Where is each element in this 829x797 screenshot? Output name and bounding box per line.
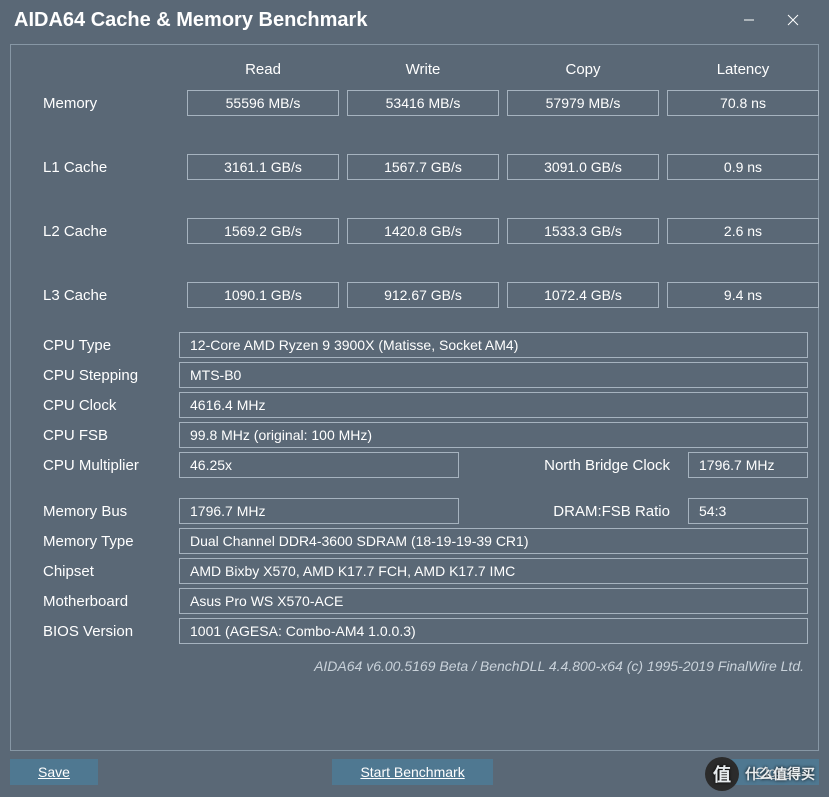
l3-read[interactable]: 1090.1 GB/s <box>187 282 339 308</box>
l2-read[interactable]: 1569.2 GB/s <box>187 218 339 244</box>
cpu-clock-value[interactable]: 4616.4 MHz <box>179 392 808 418</box>
chipset-value[interactable]: AMD Bixby X570, AMD K17.7 FCH, AMD K17.7… <box>179 558 808 584</box>
cpu-stepping-value[interactable]: MTS-B0 <box>179 362 808 388</box>
row-memory-type: Memory Type Dual Channel DDR4-3600 SDRAM… <box>11 526 818 556</box>
row-l1: L1 Cache 3161.1 GB/s 1567.7 GB/s 3091.0 … <box>11 154 818 180</box>
dram-ratio-value[interactable]: 54:3 <box>688 498 808 524</box>
button-bar: Save Start Benchmark Close <box>10 759 819 785</box>
watermark-icon: 值 <box>705 757 739 791</box>
bios-value[interactable]: 1001 (AGESA: Combo-AM4 1.0.0.3) <box>179 618 808 644</box>
col-write: Write <box>347 61 499 78</box>
main-panel: . Read Write Copy Latency Memory 55596 M… <box>10 44 819 751</box>
row-cpu-stepping: CPU Stepping MTS-B0 <box>11 360 818 390</box>
window-title: AIDA64 Cache & Memory Benchmark <box>14 9 727 32</box>
l3-write[interactable]: 912.67 GB/s <box>347 282 499 308</box>
row-cpu-clock: CPU Clock 4616.4 MHz <box>11 390 818 420</box>
row-l2: L2 Cache 1569.2 GB/s 1420.8 GB/s 1533.3 … <box>11 218 818 244</box>
l1-read[interactable]: 3161.1 GB/s <box>187 154 339 180</box>
row-cpu-multiplier: CPU Multiplier 46.25x North Bridge Clock… <box>11 450 818 480</box>
nb-clock-label: North Bridge Clock <box>459 457 688 474</box>
l2-copy[interactable]: 1533.3 GB/s <box>507 218 659 244</box>
dram-ratio-label: DRAM:FSB Ratio <box>459 503 688 520</box>
label-memory: Memory <box>11 95 179 112</box>
memory-read[interactable]: 55596 MB/s <box>187 90 339 116</box>
memory-write[interactable]: 53416 MB/s <box>347 90 499 116</box>
version-footer: AIDA64 v6.00.5169 Beta / BenchDLL 4.4.80… <box>11 646 818 674</box>
row-memory: Memory 55596 MB/s 53416 MB/s 57979 MB/s … <box>11 90 818 116</box>
l1-write[interactable]: 1567.7 GB/s <box>347 154 499 180</box>
l1-copy[interactable]: 3091.0 GB/s <box>507 154 659 180</box>
memory-copy[interactable]: 57979 MB/s <box>507 90 659 116</box>
row-l3: L3 Cache 1090.1 GB/s 912.67 GB/s 1072.4 … <box>11 282 818 308</box>
col-latency: Latency <box>667 61 819 78</box>
label-l3: L3 Cache <box>11 287 179 304</box>
l3-latency[interactable]: 9.4 ns <box>667 282 819 308</box>
cpu-multiplier-value[interactable]: 46.25x <box>179 452 459 478</box>
watermark-text: 什么值得买 <box>745 764 815 784</box>
minimize-button[interactable] <box>727 5 771 35</box>
titlebar: AIDA64 Cache & Memory Benchmark <box>0 0 829 40</box>
col-copy: Copy <box>507 61 659 78</box>
row-chipset: Chipset AMD Bixby X570, AMD K17.7 FCH, A… <box>11 556 818 586</box>
row-cpu-type: CPU Type 12-Core AMD Ryzen 9 3900X (Mati… <box>11 330 818 360</box>
cpu-type-value[interactable]: 12-Core AMD Ryzen 9 3900X (Matisse, Sock… <box>179 332 808 358</box>
row-memory-bus: Memory Bus 1796.7 MHz DRAM:FSB Ratio 54:… <box>11 496 818 526</box>
label-l1: L1 Cache <box>11 159 179 176</box>
l2-latency[interactable]: 2.6 ns <box>667 218 819 244</box>
start-benchmark-button[interactable]: Start Benchmark <box>332 759 492 785</box>
l3-copy[interactable]: 1072.4 GB/s <box>507 282 659 308</box>
memory-bus-value[interactable]: 1796.7 MHz <box>179 498 459 524</box>
memory-type-value[interactable]: Dual Channel DDR4-3600 SDRAM (18-19-19-3… <box>179 528 808 554</box>
label-l2: L2 Cache <box>11 223 179 240</box>
row-bios: BIOS Version 1001 (AGESA: Combo-AM4 1.0.… <box>11 616 818 646</box>
col-read: Read <box>187 61 339 78</box>
watermark: 值 什么值得买 <box>705 757 815 791</box>
nb-clock-value[interactable]: 1796.7 MHz <box>688 452 808 478</box>
motherboard-value[interactable]: Asus Pro WS X570-ACE <box>179 588 808 614</box>
row-motherboard: Motherboard Asus Pro WS X570-ACE <box>11 586 818 616</box>
close-button[interactable] <box>771 5 815 35</box>
row-cpu-fsb: CPU FSB 99.8 MHz (original: 100 MHz) <box>11 420 818 450</box>
l2-write[interactable]: 1420.8 GB/s <box>347 218 499 244</box>
memory-latency[interactable]: 70.8 ns <box>667 90 819 116</box>
save-button[interactable]: Save <box>10 759 98 785</box>
cpu-fsb-value[interactable]: 99.8 MHz (original: 100 MHz) <box>179 422 808 448</box>
l1-latency[interactable]: 0.9 ns <box>667 154 819 180</box>
column-headers: . Read Write Copy Latency <box>11 61 818 78</box>
